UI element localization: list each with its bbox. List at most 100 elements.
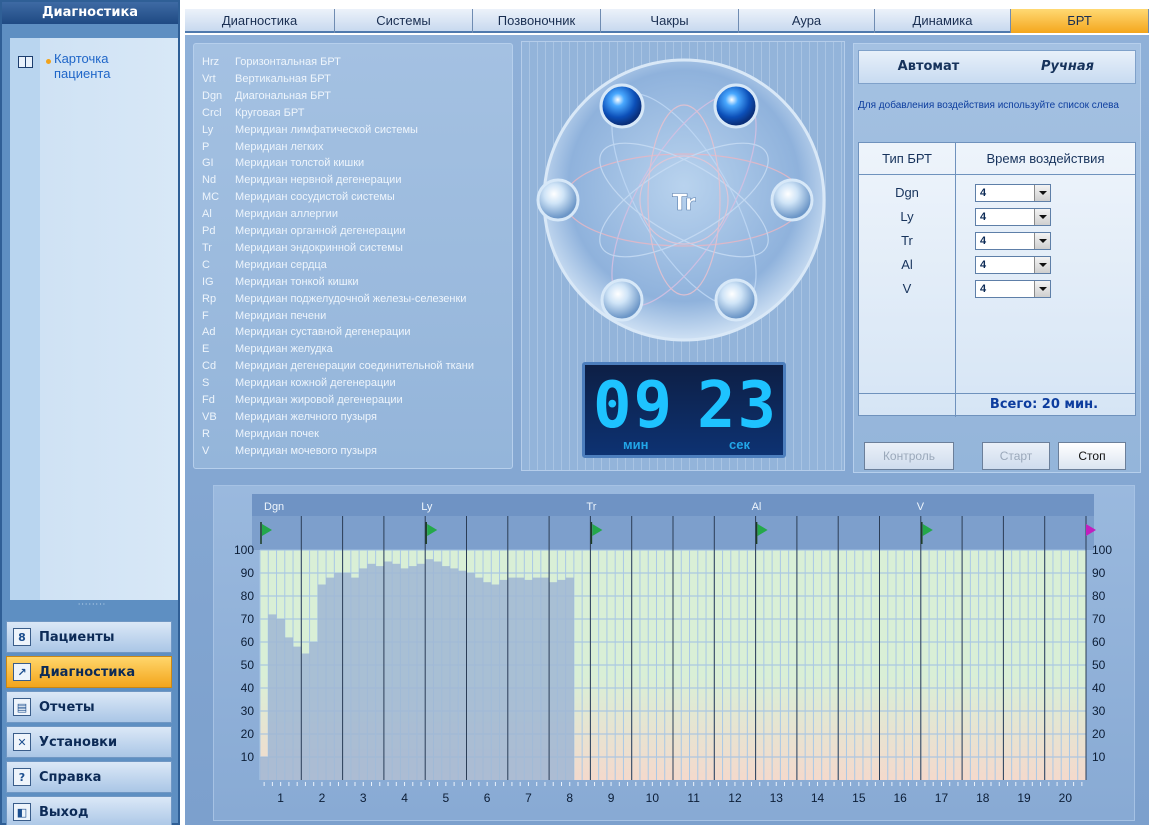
brt-visualizer: Tr 09 23 мин сек — [521, 41, 845, 471]
exit-icon: ◧ — [13, 803, 31, 821]
session-timer: 09 23 мин сек — [582, 362, 786, 458]
chart-canvas: Dgn Ly Tr Al V 10 10 20 20 30 30 40 40 50 50 60 60 70 70 80… — [234, 494, 1112, 805]
nav-button-exit[interactable]: ◧ Выход — [6, 796, 172, 825]
segment-label: V — [917, 501, 925, 513]
splitter-grip[interactable]: ········ — [62, 601, 122, 609]
nav-button-patients[interactable]: 8 Пациенты — [6, 621, 172, 653]
meridian-item[interactable]: IG Меридиан тонкой кишки — [202, 276, 359, 292]
data-bar — [276, 619, 285, 780]
patient-tree: Карточка пациента — [10, 38, 178, 600]
chevron-down-icon[interactable] — [1034, 185, 1050, 201]
meridian-code: Fd — [202, 394, 215, 406]
data-bar — [549, 582, 558, 780]
timer-seconds: 23 — [697, 369, 779, 443]
data-bar — [466, 573, 475, 780]
y-tick-label-left: 80 — [241, 589, 255, 603]
chevron-down-icon[interactable] — [1034, 209, 1050, 225]
brt-time-select[interactable]: 4 — [975, 256, 1051, 274]
chevron-down-icon[interactable] — [1034, 281, 1050, 297]
stop-button[interactable]: Стоп — [1058, 442, 1126, 470]
tab-chakras[interactable]: Чакры — [601, 9, 739, 33]
nav-button-diagnostics[interactable]: ↗ Диагностика — [6, 656, 172, 688]
segment-label: Dgn — [264, 501, 284, 513]
meridian-item[interactable]: Cd Меридиан дегенерации соединительной тк… — [202, 360, 474, 376]
data-bar — [260, 757, 269, 780]
meridian-item[interactable]: P Меридиан легких — [202, 141, 323, 157]
meridian-code: R — [202, 427, 210, 440]
control-button[interactable]: Контроль — [864, 442, 954, 470]
tree-item-patient-card[interactable]: Карточка пациента — [54, 51, 154, 81]
segment-label: Al — [752, 501, 762, 513]
meridian-item[interactable]: GI Меридиан толстой кишки — [202, 157, 364, 173]
data-bar — [433, 561, 442, 780]
meridian-item[interactable]: R Меридиан почек — [202, 428, 319, 444]
x-tick-label: 7 — [525, 791, 532, 805]
y-tick-label-right: 20 — [1092, 727, 1106, 741]
mode-manual-button[interactable]: Ручная — [998, 51, 1137, 83]
meridian-item[interactable]: Nd Меридиан нервной дегенерации — [202, 174, 401, 190]
meridian-code: S — [202, 377, 210, 390]
brt-row-type: Dgn — [895, 185, 919, 200]
center-label: Tr — [672, 191, 696, 216]
meridian-item[interactable]: Fd Меридиан жировой дегенерации — [202, 394, 403, 410]
meridian-name: Меридиан органной дегенерации — [235, 225, 406, 237]
brt-time-select[interactable]: 4 — [975, 280, 1051, 298]
meridian-name: Меридиан аллергии — [235, 208, 338, 221]
meridian-item[interactable]: Rp Меридиан поджелудочной железы-селезенк… — [202, 293, 466, 309]
brt-time-select[interactable]: 4 — [975, 184, 1051, 202]
timer-seconds-label: сек — [729, 437, 750, 452]
meridian-item[interactable]: Pd Меридиан органной дегенерации — [202, 225, 406, 241]
data-bar — [317, 584, 327, 780]
start-button[interactable]: Старт — [982, 442, 1050, 470]
meridian-code: Tr — [202, 241, 212, 254]
book-icon — [18, 56, 33, 68]
chevron-down-icon[interactable] — [1034, 257, 1050, 273]
data-bar — [383, 561, 393, 780]
data-bar — [532, 577, 541, 780]
nav-button-reports[interactable]: ▤ Отчеты — [6, 691, 172, 723]
electrode-orb — [714, 278, 758, 322]
x-tick-label: 11 — [687, 791, 700, 805]
meridian-item[interactable]: Hrz Горизонтальная БРТ — [202, 56, 341, 72]
meridian-item[interactable]: Ad Меридиан суставной дегенерации — [202, 326, 411, 342]
tab-systems[interactable]: Системы — [335, 9, 473, 33]
tab-diagnostics[interactable]: Диагностика — [185, 9, 335, 33]
meridian-item[interactable]: Al Меридиан аллергии — [202, 208, 338, 224]
data-bar — [326, 577, 335, 780]
brt-time-select[interactable]: 4 — [975, 232, 1051, 250]
meridian-item[interactable]: Crcl Круговая БРТ — [202, 107, 304, 123]
x-tick-label: 1 — [277, 791, 284, 805]
meridian-item[interactable]: C Меридиан сердца — [202, 259, 327, 275]
meridian-item[interactable]: F Меридиан печени — [202, 310, 326, 326]
meridian-item[interactable]: E Меридиан желудка — [202, 343, 333, 359]
tab-spine[interactable]: Позвоночник — [473, 9, 601, 33]
tab-dynamics[interactable]: Динамика — [875, 9, 1011, 33]
meridian-item[interactable]: Ly Меридиан лимфатической системы — [202, 124, 418, 140]
y-tick-label-right: 40 — [1092, 681, 1106, 695]
nav-button-settings[interactable]: ✕ Установки — [6, 726, 172, 758]
meridian-item[interactable]: Vrt Вертикальная БРТ — [202, 73, 331, 89]
meridian-item[interactable]: VB Меридиан желчного пузыря — [202, 411, 377, 427]
meridian-code: F — [202, 309, 209, 322]
data-bar — [309, 642, 318, 780]
left-navigation-panel: Диагностика Карточка пациента ········ 8… — [0, 0, 180, 825]
chevron-down-icon[interactable] — [1034, 233, 1050, 249]
meridian-item[interactable]: Dgn Диагональная БРТ — [202, 90, 331, 106]
meridian-item[interactable]: MC Меридиан сосудистой системы — [202, 191, 395, 207]
nav-button-help[interactable]: ? Справка — [6, 761, 172, 793]
meridian-name: Меридиан нервной дегенерации — [235, 174, 402, 187]
meridian-name: Меридиан лимфатической системы — [235, 123, 418, 136]
brt-progress-chart: Dgn Ly Tr Al V 10 10 20 20 30 30 40 40 50 50 60 60 70 70 80… — [213, 485, 1135, 821]
data-bar — [367, 563, 376, 780]
tab-brt[interactable]: БРТ — [1011, 9, 1149, 33]
meridian-item[interactable]: Tr Меридиан эндокринной системы — [202, 242, 403, 258]
printer-icon: ▤ — [13, 698, 31, 716]
meridian-item[interactable]: V Меридиан мочевого пузыря — [202, 445, 377, 461]
tab-aura[interactable]: Аура — [739, 9, 875, 33]
meridian-item[interactable]: S Меридиан кожной дегенерации — [202, 377, 396, 393]
total-row: Всего: 20 мин. — [859, 393, 1135, 415]
mode-auto-button[interactable]: Автомат — [859, 51, 998, 83]
brt-time-select[interactable]: 4 — [975, 208, 1051, 226]
meridian-code: Crcl — [202, 106, 222, 119]
meridian-name: Меридиан суставной дегенерации — [235, 326, 411, 339]
